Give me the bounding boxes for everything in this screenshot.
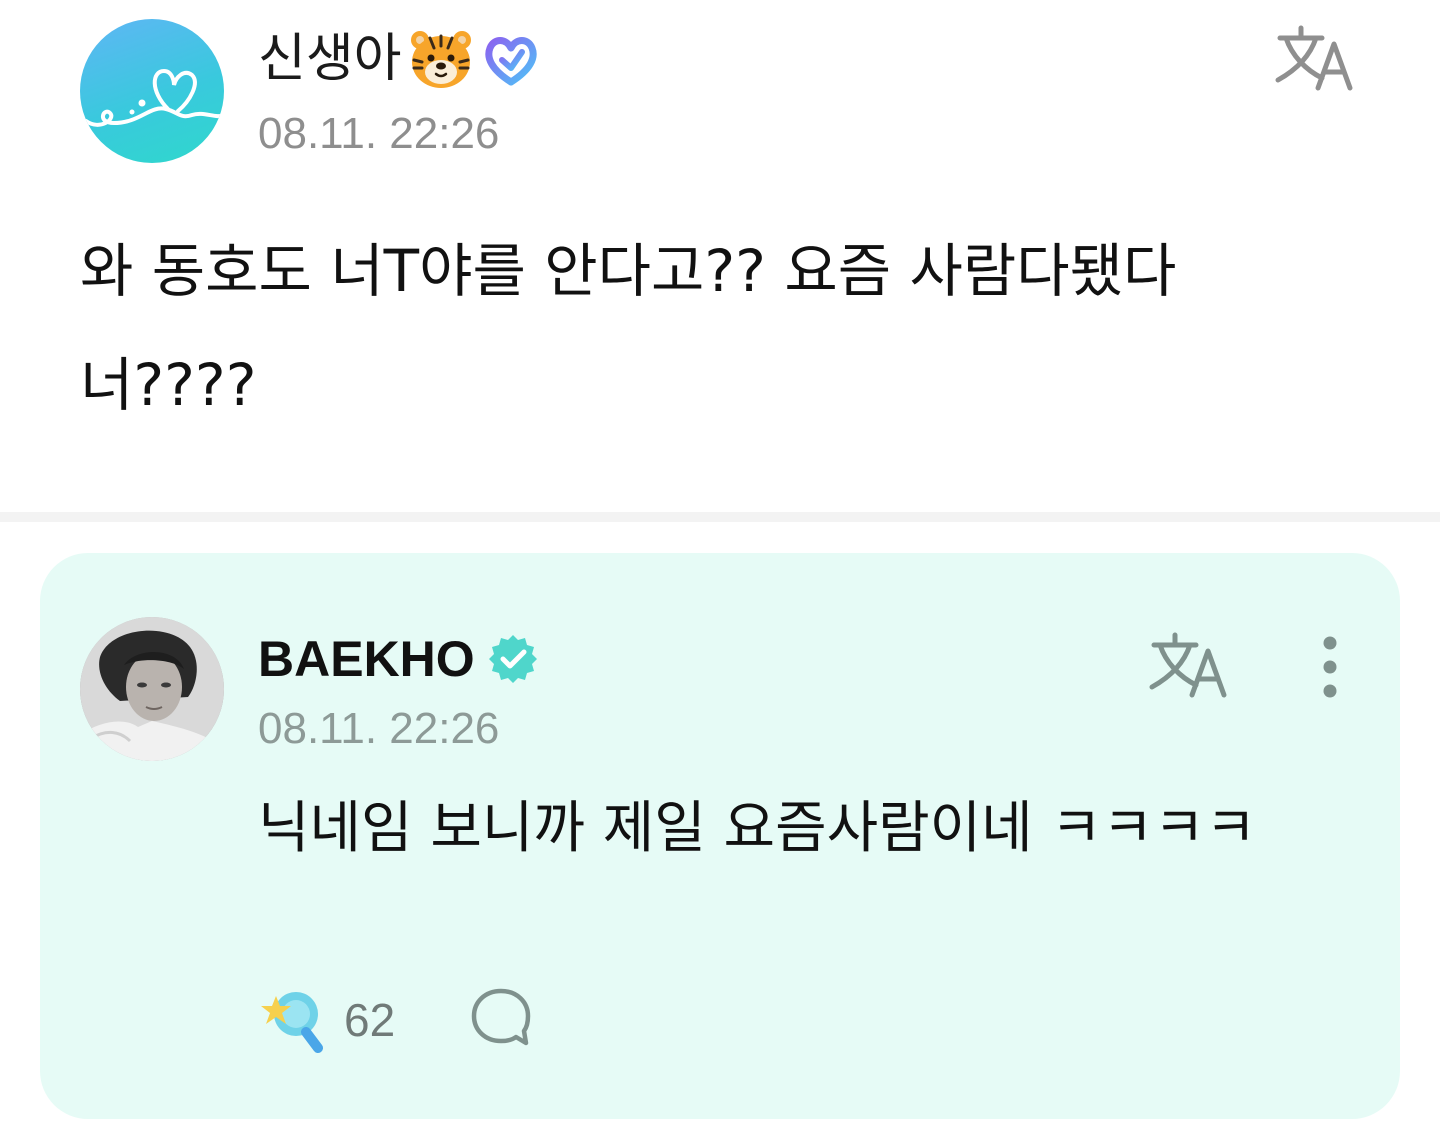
verified-badge-icon: [487, 633, 539, 685]
membership-badge-icon: [482, 30, 540, 88]
translate-icon: [1149, 632, 1227, 698]
lightstick-like-icon: [258, 986, 328, 1054]
artist-name-text: BAEKHO: [258, 631, 475, 687]
more-vertical-icon: [1323, 636, 1337, 698]
translate-icon: [1275, 25, 1353, 91]
section-divider: [0, 512, 1440, 522]
post-body-text: 와 동호도 너T야를 안다고?? 요즘 사람다됐다 너????: [80, 237, 1177, 419]
comment-translate-button[interactable]: [1146, 629, 1236, 701]
artist-comment-card: BAEKHO 08.11. 22:26 닉네임 보니까 제일 요즘사람이네 ㅋㅋ…: [40, 553, 1400, 1119]
reply-button[interactable]: [468, 985, 534, 1051]
heart-squiggle-logo-icon: [84, 68, 224, 127]
comment-timestamp: 08.11. 22:26: [258, 704, 500, 753]
author-name-text: 신생아: [258, 29, 402, 89]
artist-photo-image: [80, 617, 224, 761]
tiger-face-icon: [408, 28, 474, 90]
like-count: 62: [344, 994, 396, 1046]
artist-avatar[interactable]: [80, 617, 224, 761]
fan-post: 신생아 08.11. 22:26 와 동호도 너T야를 안다고?? 요즘 사람다…: [0, 0, 1440, 512]
comment-body-text: 닉네임 보니까 제일 요즘사람이네 ㅋㅋㅋㅋ: [258, 796, 1257, 861]
post-timestamp: 08.11. 22:26: [258, 109, 500, 158]
author-name[interactable]: 신생아: [258, 28, 540, 90]
more-options-button[interactable]: [1308, 633, 1352, 703]
author-avatar[interactable]: [80, 19, 224, 163]
like-button[interactable]: 62: [258, 985, 395, 1055]
post-translate-button[interactable]: [1272, 22, 1362, 94]
reply-bubble-icon: [471, 988, 531, 1046]
artist-name[interactable]: BAEKHO: [258, 629, 539, 689]
